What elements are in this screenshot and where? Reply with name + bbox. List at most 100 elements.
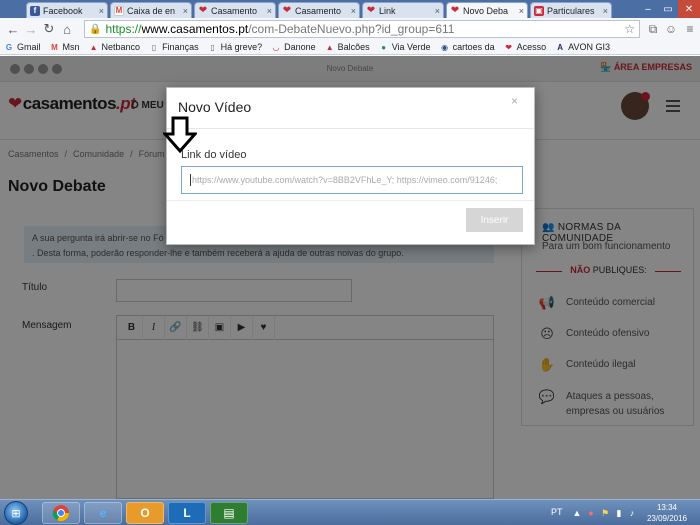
tab-close-icon[interactable]: × [183, 6, 188, 16]
netbanco-icon: ▲ [89, 42, 98, 52]
heart-icon: ❤ [505, 42, 512, 52]
tray-volume-icon[interactable]: ♪ [627, 508, 637, 518]
browser-tab[interactable]: ❤ Link × [362, 2, 444, 18]
bookmark-item[interactable]: ▯ Finanças [149, 42, 199, 52]
document-icon: ▯ [210, 42, 215, 52]
language-indicator[interactable]: PT [551, 507, 563, 517]
bookmark-label: AVON GI3 [568, 42, 610, 52]
extension-icon[interactable]: ☺ [664, 22, 678, 36]
outlook-taskbar-icon[interactable]: O [126, 502, 164, 524]
tray-arrow-icon[interactable]: ▲ [572, 508, 582, 518]
system-clock[interactable]: 13:34 23/09/2016 [640, 502, 694, 524]
reload-button[interactable]: ↻ [40, 21, 58, 37]
lync-taskbar-icon[interactable]: L [168, 502, 206, 524]
heart-icon: ❤ [282, 5, 292, 16]
bookmark-item[interactable]: M Msn [50, 42, 80, 52]
minimize-button[interactable]: – [638, 0, 658, 18]
ie-taskbar-icon[interactable]: e [84, 502, 122, 524]
translate-icon[interactable]: ⧉ [646, 22, 660, 36]
tab-label: Link [379, 5, 396, 16]
bookmark-label: Finanças [162, 42, 199, 52]
bookmark-label: Balcões [337, 42, 370, 52]
text-caret [190, 174, 191, 186]
tab-close-icon[interactable]: × [435, 6, 440, 16]
browser-tab[interactable]: f Facebook × [26, 2, 108, 18]
close-icon[interactable]: × [511, 94, 518, 108]
modal-divider [167, 128, 534, 129]
browser-tabstrip: f Facebook × M Caixa de en × ❤ Casamento × ❤ Casam… [0, 0, 700, 18]
tray-network-icon[interactable]: ▮ [614, 508, 624, 518]
tab-label: Novo Deba [463, 5, 509, 16]
bookmark-item[interactable]: ▲ Netbanco [89, 42, 141, 52]
browser-tab[interactable]: ❤ Novo Deba × [446, 2, 528, 18]
clock-time: 13:34 [656, 503, 678, 512]
tab-label: Facebook [43, 5, 83, 16]
windows-taskbar: ⊞ e O L ▤ PT ▲ ● ⚑ ▮ ♪ 13:34 23/09/2016 [0, 499, 700, 525]
bookmark-item[interactable]: ▯ Há greve? [208, 42, 262, 52]
network-app-taskbar-icon[interactable]: ▤ [210, 502, 248, 524]
bookmark-item[interactable]: ● Via Verde [379, 42, 431, 52]
tab-close-icon[interactable]: × [267, 6, 272, 16]
tab-label: Caixa de en [127, 5, 176, 16]
start-button[interactable]: ⊞ [4, 501, 28, 525]
bookmark-label: Msn [62, 42, 80, 52]
forward-button[interactable]: → [22, 22, 40, 37]
browser-tab[interactable]: M Caixa de en × [110, 2, 192, 18]
bookmark-item[interactable]: G Gmail [4, 42, 41, 52]
bookmark-label: Netbanco [101, 42, 141, 52]
bookmark-item[interactable]: A AVON GI3 [555, 42, 610, 52]
tab-close-icon[interactable]: × [603, 6, 608, 16]
close-window-button[interactable]: ✕ [678, 0, 700, 18]
url-field[interactable]: 🔒 https:// www.casamentos.pt /com-Debate… [84, 20, 640, 38]
browser-tab[interactable]: ▣ Particulares × [530, 2, 612, 18]
particulares-icon: ▣ [534, 5, 544, 16]
down-arrow-annotation-icon [163, 116, 197, 154]
bookmark-label: cartoes da [452, 42, 495, 52]
gmail-icon: M [114, 5, 124, 16]
chrome-icon [52, 505, 70, 522]
bookmark-item[interactable]: ◡ Danone [271, 42, 316, 52]
new-video-modal: Novo Vídeo × Link do vídeo https://www.y… [166, 87, 535, 245]
bookmark-label: Danone [284, 42, 316, 52]
browser-tab[interactable]: ❤ Casamento × [278, 2, 360, 18]
bookmark-item[interactable]: ▲ Balcões [325, 42, 370, 52]
facebook-icon: f [30, 5, 40, 16]
url-scheme: https:// [105, 22, 142, 36]
bookmark-label: Via Verde [391, 42, 431, 52]
maximize-button[interactable]: ▭ [658, 0, 678, 18]
video-link-input[interactable]: https://www.youtube.com/watch?v=8BB2VFhL… [181, 166, 523, 194]
browser-tab[interactable]: ❤ Casamento × [194, 2, 276, 18]
netbanco-icon: ▲ [325, 42, 334, 52]
tab-label: Particulares [547, 5, 595, 16]
address-bar: ← → ↻ ⌂ 🔒 https:// www.casamentos.pt /co… [0, 18, 700, 40]
modal-footer-divider [167, 200, 534, 201]
heart-icon: ❤ [450, 5, 460, 16]
home-button[interactable]: ⌂ [58, 22, 76, 37]
insert-button[interactable]: Inserir [466, 208, 523, 232]
modal-title: Novo Vídeo [178, 99, 252, 115]
tab-close-icon[interactable]: × [99, 6, 104, 16]
tab-label: Casamento [211, 5, 258, 16]
document-icon: ▯ [151, 42, 157, 52]
viaverde-icon: ● [381, 42, 387, 52]
heart-icon: ❤ [366, 5, 376, 16]
url-host: www.casamentos.pt [141, 22, 249, 36]
video-link-placeholder: https://www.youtube.com/watch?v=8BB2VFhL… [192, 175, 498, 185]
tab-close-icon[interactable]: × [351, 6, 356, 16]
chrome-taskbar-icon[interactable] [42, 502, 80, 524]
bookmark-star-icon[interactable]: ☆ [624, 22, 635, 36]
tray-antivirus-icon[interactable]: ● [586, 508, 596, 518]
clock-date: 23/09/2016 [646, 514, 688, 523]
bookmark-label: Gmail [17, 42, 41, 52]
lock-icon: 🔒 [89, 23, 102, 35]
back-button[interactable]: ← [4, 22, 22, 37]
tab-close-icon[interactable]: × [519, 6, 524, 16]
bookmark-item[interactable]: ◉ cartoes da [440, 42, 495, 52]
danone-icon: ◡ [273, 42, 280, 52]
msn-icon: M [51, 42, 58, 52]
bookmarks-bar: G Gmail M Msn ▲ Netbanco ▯ Finanças ▯ Há greve? ◡ D… [0, 40, 700, 55]
tray-flag-icon[interactable]: ⚑ [600, 508, 610, 518]
bookmark-item[interactable]: ❤ Acesso [504, 42, 546, 52]
tab-label: Casamento [295, 5, 342, 16]
chrome-menu-icon[interactable]: ≡ [683, 22, 697, 36]
